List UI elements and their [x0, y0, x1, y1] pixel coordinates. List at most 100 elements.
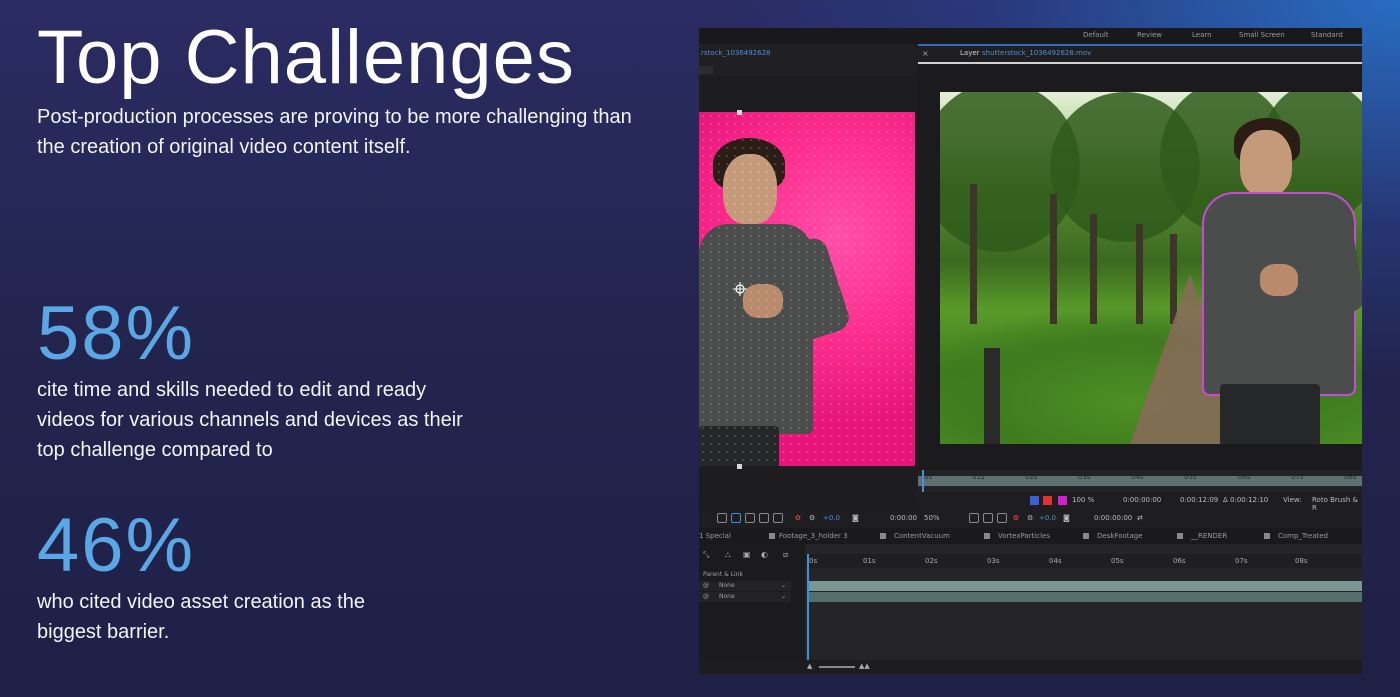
layer-ruler-tick: 01s — [972, 473, 985, 481]
parent-dropdown[interactable]: None — [719, 582, 735, 589]
frame-blend-icon[interactable]: ▣ — [743, 550, 751, 559]
timeline-ruler[interactable]: 0s 01s 02s 03s 04s 05s 06s 07s 08s — [805, 554, 1362, 568]
layer-preview-park[interactable] — [940, 92, 1362, 444]
comp-zoom-dropdown[interactable]: 50% — [924, 514, 940, 522]
exposure-value[interactable]: +0.0 — [823, 514, 840, 522]
layer-zoom-level[interactable]: 100 % — [1072, 496, 1094, 504]
workspace-tab-review[interactable]: Review — [1137, 31, 1162, 39]
channel-swatch-magenta[interactable] — [1058, 496, 1067, 505]
video-editor-screenshot: Default Review Learn Small Screen Standa… — [699, 28, 1362, 674]
layer-duration: Δ 0:00:12:10 — [1223, 496, 1269, 504]
layer-track-bar[interactable] — [807, 581, 1362, 591]
chevron-down-icon[interactable]: ⌄ — [781, 582, 786, 589]
layer-panel: × Layer shutterstock_1036492628.mov — [918, 44, 1362, 492]
runner-figure — [699, 132, 853, 466]
tab-color-chip — [880, 533, 886, 539]
color-icon[interactable]: ✿ — [1013, 514, 1019, 522]
gear-icon[interactable]: ⚙ — [809, 514, 815, 522]
region-icon[interactable] — [717, 513, 727, 523]
composition-name[interactable]: rstock_1036492628 — [701, 49, 771, 57]
camera-icon[interactable]: ◙ — [1063, 514, 1070, 522]
composition-dropdown[interactable] — [699, 66, 713, 74]
timeline-ruler-tick: 06s — [1173, 557, 1186, 565]
channel-swatch-red[interactable] — [1043, 496, 1052, 505]
graph-editor-icon[interactable]: ⧄ — [783, 550, 788, 560]
exposure-value[interactable]: +0.0 — [1039, 514, 1056, 522]
page-title: Top Challenges — [37, 15, 575, 100]
timeline-tracks[interactable]: 0s 01s 02s 03s 04s 05s 06s 07s 08s — [805, 544, 1362, 674]
snapshot-icon[interactable] — [773, 513, 783, 523]
layer-in-time[interactable]: 0:00:00:00 — [1123, 496, 1161, 504]
channel-swatch-blue[interactable] — [1030, 496, 1039, 505]
layer-row[interactable]: @ None ⌄ — [699, 581, 791, 591]
timeline-tab[interactable]: __RENDER — [1191, 532, 1227, 540]
fit-icon[interactable] — [969, 513, 979, 523]
layer-file-name[interactable]: shutterstock_1036492628.mov — [982, 49, 1091, 57]
close-icon[interactable]: × — [922, 49, 929, 58]
layer-ruler-tick: 04s — [1131, 473, 1144, 481]
parent-link-label: Parent & Link — [703, 571, 743, 578]
transform-handle-top[interactable] — [737, 110, 742, 115]
safe-zone-icon[interactable] — [759, 513, 769, 523]
timeline-tab[interactable]: ContentVacuum — [894, 532, 950, 540]
park-post — [984, 348, 1000, 444]
color-icon[interactable]: ✿ — [795, 514, 801, 522]
transfer-icon[interactable]: ⇄ — [1137, 514, 1143, 522]
parent-pickwhip-icon[interactable]: @ — [703, 582, 709, 589]
layer-ruler-tick: 08s — [1344, 473, 1357, 481]
timeline-tab[interactable]: Footage_3_holder 3 — [779, 532, 848, 540]
timeline-tab[interactable]: VortexParticles — [998, 532, 1050, 540]
parent-link-header: Parent & Link — [699, 570, 791, 580]
runner-head — [723, 154, 777, 224]
layer-track-bar[interactable] — [807, 592, 1362, 602]
workspace-bar: Default Review Learn Small Screen Standa… — [699, 28, 1362, 44]
timeline-zoom-slider[interactable] — [819, 666, 855, 668]
workspace-tab-learn[interactable]: Learn — [1192, 31, 1212, 39]
layer-row[interactable]: @ None ⌄ — [699, 592, 791, 602]
timeline-ruler-tick: 02s — [925, 557, 938, 565]
runner-arm — [765, 235, 853, 345]
stat-value-time-skills: 58% — [37, 291, 196, 376]
anchor-point-icon[interactable] — [733, 282, 747, 296]
mask-icon[interactable] — [997, 513, 1007, 523]
comp-timecode[interactable]: 0:00:00:00 — [1094, 514, 1132, 522]
zoom-out-icon[interactable]: ▲ — [807, 662, 812, 670]
timeline-tab-bar: 1 Special Footage_3_holder 3 ContentVacu… — [699, 528, 1362, 544]
motion-blur-icon[interactable]: ◐ — [761, 550, 768, 559]
grid-icon[interactable] — [731, 513, 741, 523]
comp-time[interactable]: 0:00:00 — [890, 514, 917, 522]
runner-fist — [743, 284, 783, 318]
runner-hair — [713, 138, 785, 190]
mask-icon[interactable] — [745, 513, 755, 523]
chevron-down-icon[interactable]: ⌄ — [781, 593, 786, 600]
parent-dropdown[interactable]: None — [719, 593, 735, 600]
workspace-tab-standard[interactable]: Standard — [1311, 31, 1343, 39]
workspace-tab-default[interactable]: Default — [1083, 31, 1109, 39]
timeline-tab[interactable]: DeskFootage — [1097, 532, 1143, 540]
timeline-tab[interactable]: 1 Special — [699, 532, 731, 540]
switch-icon[interactable]: ⤡ — [703, 550, 709, 560]
shy-icon[interactable]: ⛬ — [725, 550, 731, 560]
tab-color-chip — [1083, 533, 1089, 539]
layer-ruler-tick: 05s — [1184, 473, 1197, 481]
stat-description-time-skills: cite time and skills needed to edit and … — [37, 379, 463, 461]
parent-pickwhip-icon[interactable]: @ — [703, 593, 709, 600]
camera-icon[interactable]: ◙ — [852, 514, 859, 522]
timeline-tab[interactable]: Comp_Treated — [1278, 532, 1328, 540]
gear-icon[interactable]: ⚙ — [1027, 514, 1033, 522]
timeline-ruler-tick: 03s — [987, 557, 1000, 565]
zoom-in-icon[interactable]: ▲▲ — [859, 662, 870, 670]
stat-value-asset-creation: 46% — [37, 503, 196, 588]
runner-fist — [1260, 264, 1298, 296]
timeline-playhead[interactable] — [807, 554, 809, 674]
timeline-ruler-tick: 04s — [1049, 557, 1062, 565]
layer-time-ruler[interactable]: 0s 01s 02s 03s 04s 05s 06s 07s 08s — [918, 470, 1362, 492]
composition-preview[interactable] — [699, 112, 915, 466]
tree-trunk — [1050, 194, 1057, 324]
layer-ruler-tick: 03s — [1078, 473, 1091, 481]
grid-icon[interactable] — [983, 513, 993, 523]
tab-color-chip — [769, 533, 775, 539]
workspace-tab-small-screen[interactable]: Small Screen — [1239, 31, 1285, 39]
layer-out-time[interactable]: 0:00:12:09 — [1180, 496, 1218, 504]
transform-handle-bottom[interactable] — [737, 464, 742, 469]
